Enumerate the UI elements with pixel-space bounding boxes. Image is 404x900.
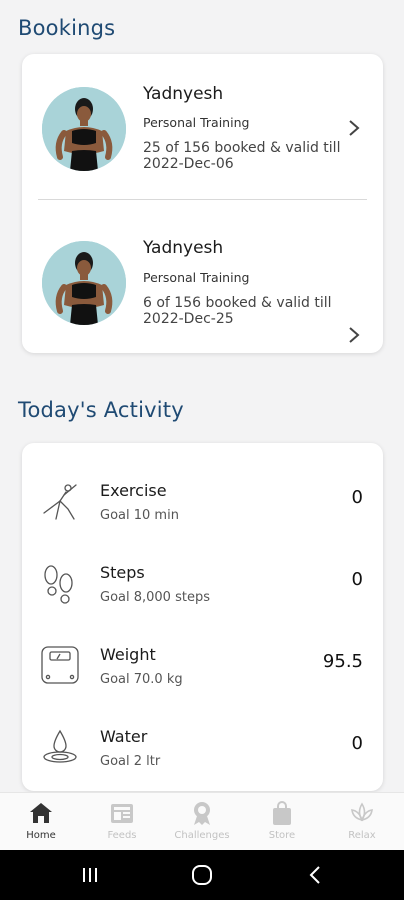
back-icon[interactable] bbox=[304, 864, 328, 886]
challenges-icon bbox=[194, 802, 210, 825]
nav-store[interactable]: Store bbox=[242, 793, 322, 851]
activity-goal: Goal 8,000 steps bbox=[100, 590, 210, 605]
nav-challenges[interactable]: Challenges bbox=[162, 793, 242, 851]
bookings-card: Yadnyesh Personal Training 25 of 156 boo… bbox=[22, 54, 383, 353]
booking-type: Personal Training bbox=[143, 115, 250, 130]
weight-scale-icon bbox=[41, 646, 79, 684]
divider bbox=[38, 199, 367, 200]
activity-name: Exercise bbox=[100, 481, 167, 500]
activity-section-title: Today's Activity bbox=[18, 398, 184, 422]
trainer-avatar bbox=[42, 241, 126, 325]
booking-item[interactable]: Yadnyesh Personal Training 25 of 156 boo… bbox=[22, 54, 383, 204]
nav-home[interactable]: Home bbox=[1, 793, 81, 851]
activity-value: 0 bbox=[351, 733, 363, 754]
activity-goal: Goal 70.0 kg bbox=[100, 672, 183, 687]
activity-row-weight[interactable]: Weight Goal 70.0 kg 95.5 bbox=[22, 637, 383, 719]
nav-label: Store bbox=[268, 830, 296, 841]
booking-trainer-name: Yadnyesh bbox=[143, 84, 224, 104]
recent-apps-icon[interactable] bbox=[78, 864, 102, 886]
steps-icon bbox=[44, 565, 73, 604]
activity-row-water[interactable]: Water Goal 2 ltr 0 bbox=[22, 719, 383, 801]
activity-name: Steps bbox=[100, 563, 145, 582]
booking-item[interactable]: Yadnyesh Personal Training 6 of 156 book… bbox=[22, 204, 383, 354]
lotus-icon bbox=[351, 802, 373, 822]
activity-row-steps[interactable]: Steps Goal 8,000 steps 0 bbox=[22, 555, 383, 637]
booking-type: Personal Training bbox=[143, 270, 250, 285]
water-drop-icon bbox=[43, 729, 77, 763]
activity-goal: Goal 10 min bbox=[100, 508, 179, 523]
bookings-section-title: Bookings bbox=[18, 16, 116, 40]
nav-label: Relax bbox=[348, 830, 376, 841]
nav-relax[interactable]: Relax bbox=[322, 793, 402, 851]
feeds-icon bbox=[111, 804, 133, 823]
activity-name: Water bbox=[100, 727, 148, 746]
home-icon bbox=[30, 803, 52, 823]
activity-value: 95.5 bbox=[322, 651, 363, 672]
booking-detail: 25 of 156 booked & valid till 2022-Dec-0… bbox=[143, 140, 341, 172]
nav-feeds[interactable]: Feeds bbox=[82, 793, 162, 851]
booking-trainer-name: Yadnyesh bbox=[143, 238, 224, 258]
chevron-right-icon[interactable] bbox=[347, 325, 361, 345]
activity-value: 0 bbox=[351, 487, 363, 508]
chevron-right-icon[interactable] bbox=[347, 118, 361, 138]
activity-card: Exercise Goal 10 min 0 Steps Goal 8,000 … bbox=[22, 443, 383, 791]
activity-row-exercise[interactable]: Exercise Goal 10 min 0 bbox=[22, 473, 383, 555]
nav-label: Feeds bbox=[107, 830, 137, 841]
store-bag-icon bbox=[273, 801, 291, 825]
exercise-icon bbox=[43, 484, 77, 520]
nav-label: Home bbox=[26, 830, 56, 841]
trainer-avatar bbox=[42, 87, 126, 171]
booking-detail: 6 of 156 booked & valid till 2022-Dec-25 bbox=[143, 295, 332, 327]
nav-label: Challenges bbox=[174, 830, 230, 841]
activity-name: Weight bbox=[100, 645, 156, 664]
home-button-icon[interactable] bbox=[190, 864, 214, 886]
activity-goal: Goal 2 ltr bbox=[100, 754, 161, 769]
bottom-navigation: Home Feeds Challenges Store Relax bbox=[0, 792, 404, 850]
activity-value: 0 bbox=[351, 569, 363, 590]
system-navigation-bar bbox=[0, 850, 404, 900]
